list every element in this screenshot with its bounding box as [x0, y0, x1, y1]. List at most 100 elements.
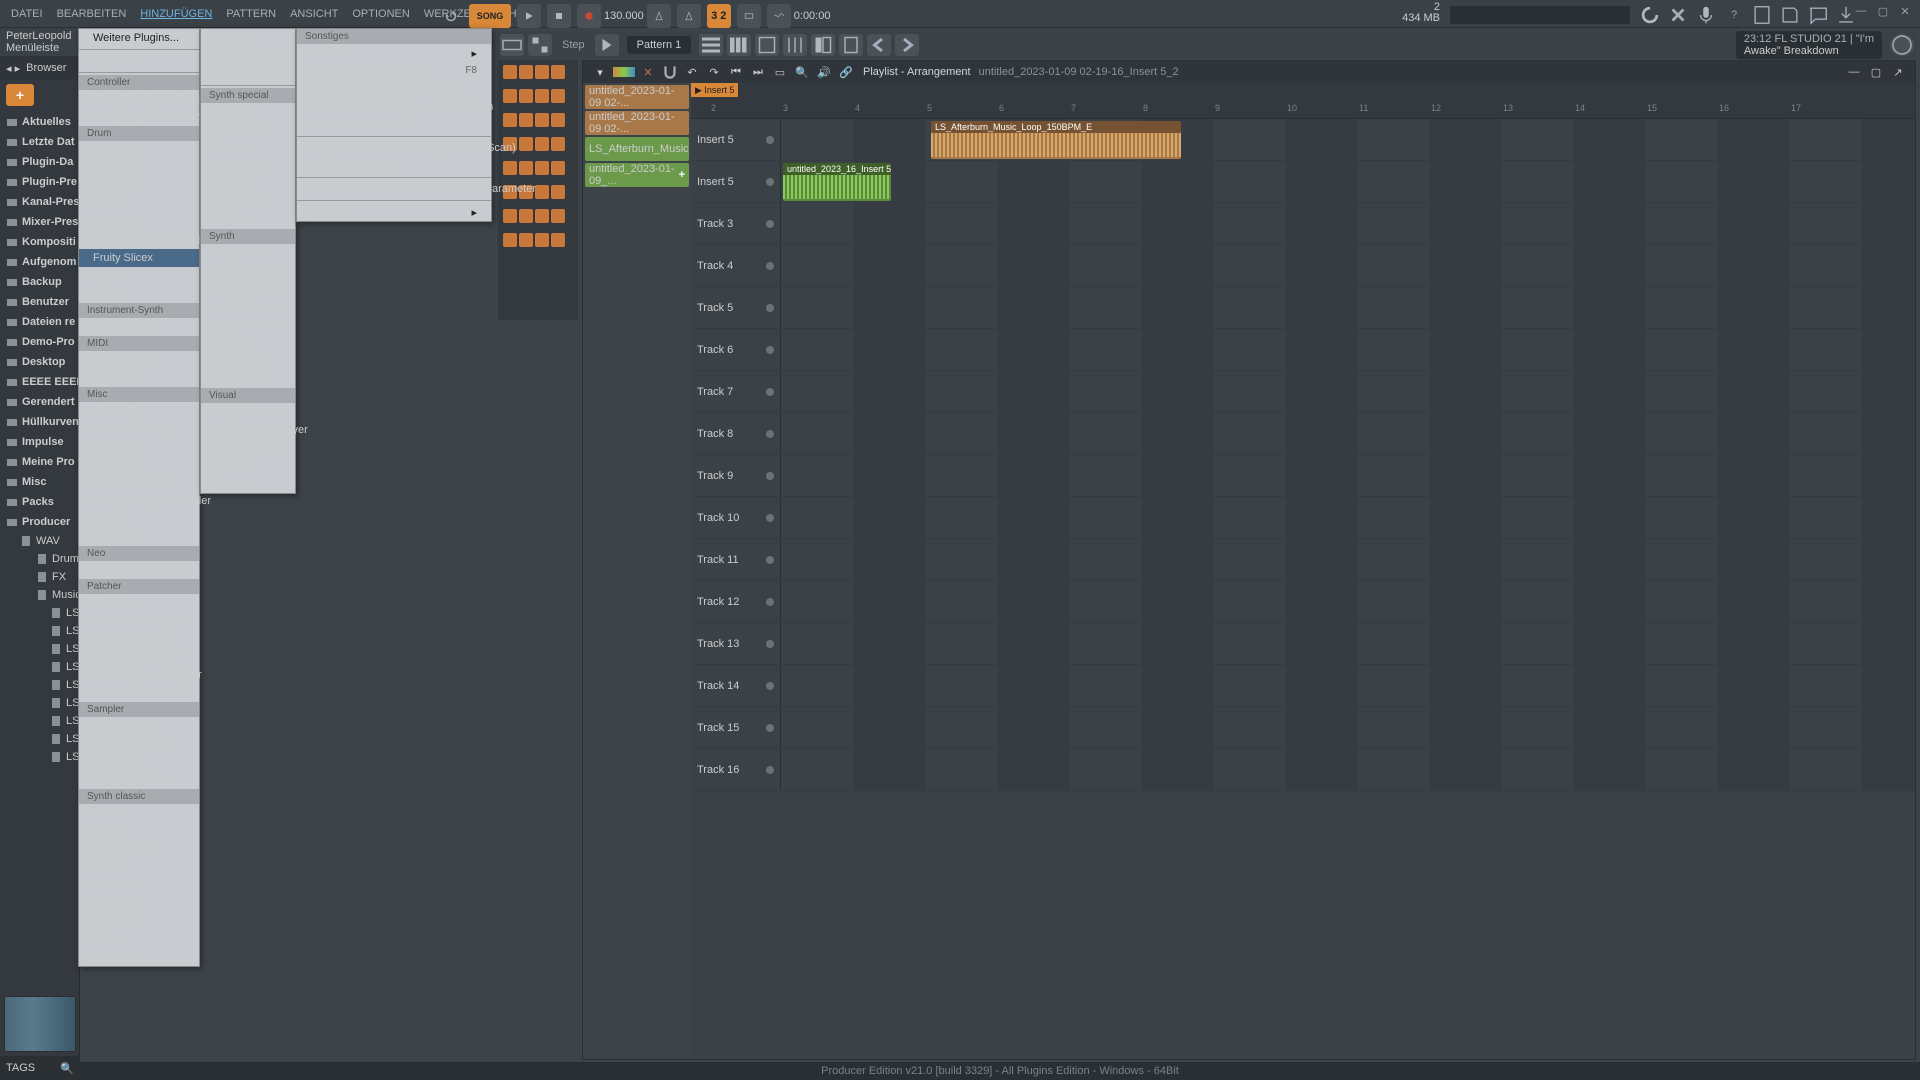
- channel-rack-icon[interactable]: [755, 34, 779, 56]
- time-display[interactable]: 0:00:00: [794, 10, 831, 22]
- tree-item[interactable]: Demo-Pro: [0, 332, 79, 352]
- track-header[interactable]: Insert 5: [691, 119, 781, 160]
- tree-item[interactable]: LS_: [0, 694, 79, 712]
- menu-item[interactable]: Fruity DrumSynth Live: [79, 231, 199, 249]
- stop-button[interactable]: [547, 4, 571, 28]
- tree-item[interactable]: LS_: [0, 712, 79, 730]
- tree-item[interactable]: Backup: [0, 272, 79, 292]
- tree-item[interactable]: LS_: [0, 604, 79, 622]
- add-button[interactable]: +: [6, 84, 34, 106]
- menu-item[interactable]: Fruity Granulizer: [79, 735, 199, 753]
- menu-item[interactable]: Ogun: [79, 267, 199, 285]
- menu-item[interactable]: VFX Level Scaler: [79, 684, 199, 702]
- track-row[interactable]: Track 7: [691, 371, 1915, 413]
- maximize-button[interactable]: ▢: [1874, 4, 1892, 18]
- pl-skip-fwd-icon[interactable]: ⏭: [749, 63, 767, 81]
- menu-item[interactable]: Plugin-Liste aktualisieren (schneller Sc…: [297, 139, 491, 157]
- menu-item[interactable]: Harmor: [201, 139, 295, 157]
- time-marker[interactable]: ▶ Insert 5: [691, 83, 738, 97]
- track-row[interactable]: Track 8: [691, 413, 1915, 455]
- pl-menu-icon[interactable]: ▾: [591, 63, 609, 81]
- tree-item[interactable]: Packs: [0, 492, 79, 512]
- menu-item[interactable]: ReWired: [79, 528, 199, 546]
- clip-picker-item[interactable]: LS_Afterburn_Music_...+: [585, 137, 689, 161]
- track-header[interactable]: Track 4: [691, 245, 781, 286]
- browser-nav-arrows[interactable]: ◂ ▸: [6, 62, 20, 75]
- menu-hinzufügen[interactable]: HINZUFÜGEN: [133, 8, 219, 20]
- menu-item[interactable]: Plucked!: [201, 193, 295, 211]
- menu-item[interactable]: Sampler: [79, 753, 199, 771]
- menu-item[interactable]: Fruity Voltage Controller: [79, 492, 199, 510]
- menu-item[interactable]: Fruity Slicex: [79, 249, 199, 267]
- record-button[interactable]: [577, 4, 601, 28]
- tree-item[interactable]: LS_: [0, 730, 79, 748]
- playlist-icon[interactable]: [699, 34, 723, 56]
- menu-bearbeiten[interactable]: BEARBEITEN: [50, 8, 134, 20]
- tree-item[interactable]: Impulse: [0, 432, 79, 452]
- menu-item[interactable]: Effekt: [297, 44, 491, 62]
- menu-item[interactable]: PoiZone: [79, 912, 199, 930]
- track-lane[interactable]: [781, 749, 1915, 790]
- tree-item[interactable]: FX: [0, 568, 79, 586]
- track-lane[interactable]: [781, 707, 1915, 748]
- track-row[interactable]: Track 6: [691, 329, 1915, 371]
- song-mode-button[interactable]: SONG: [469, 4, 511, 28]
- track-header[interactable]: Track 16: [691, 749, 781, 790]
- menu-item[interactable]: Plugin-Datenbank durchsuchen: [297, 80, 491, 98]
- save-icon[interactable]: [1779, 4, 1801, 26]
- menu-item[interactable]: Audio Clip: [79, 402, 199, 420]
- menu-item[interactable]: BassDrum: [79, 141, 199, 159]
- menu-item[interactable]: Baum: [201, 475, 295, 493]
- menu-item[interactable]: FL Studio Mobile: [79, 474, 199, 492]
- metronome-prev-icon[interactable]: [647, 4, 671, 28]
- tree-item[interactable]: Plugin-Pre: [0, 172, 79, 192]
- track-lane[interactable]: [781, 581, 1915, 622]
- menu-item[interactable]: DirectWave: [79, 717, 199, 735]
- menu-item[interactable]: Plugins verwalten: [297, 157, 491, 175]
- track-lane[interactable]: [781, 245, 1915, 286]
- track-lane[interactable]: [781, 287, 1915, 328]
- menu-item[interactable]: • Kategorien: [201, 439, 295, 457]
- pl-minimize-icon[interactable]: —: [1845, 63, 1863, 81]
- track-row[interactable]: Track 5: [691, 287, 1915, 329]
- tree-item[interactable]: Gerendert: [0, 392, 79, 412]
- menu-item[interactable]: Einfach: [201, 457, 295, 475]
- menu-item[interactable]: Slicex: [79, 285, 199, 303]
- menu-item[interactable]: Patcher: [79, 594, 199, 612]
- track-row[interactable]: Track 15: [691, 707, 1915, 749]
- track-header[interactable]: Track 10: [691, 497, 781, 538]
- menu-item[interactable]: Alle installierten Plugins durchsuchen: [297, 98, 491, 116]
- track-lane[interactable]: [781, 665, 1915, 706]
- pattern-selector[interactable]: Pattern 1: [627, 36, 692, 54]
- menu-item[interactable]: Analog Lab V: [79, 318, 199, 336]
- track-row[interactable]: Track 11: [691, 539, 1915, 581]
- pl-close-icon[interactable]: ✕: [639, 63, 657, 81]
- menu-item[interactable]: MIDI Out: [79, 369, 199, 387]
- step-mode-icon[interactable]: [528, 34, 552, 56]
- menu-item[interactable]: Drumpad: [79, 177, 199, 195]
- clip-picker-item[interactable]: untitled_2023-01-09 02-...: [585, 111, 689, 135]
- track-header[interactable]: Track 7: [691, 371, 781, 412]
- menu-item[interactable]: Plugin Picker anzeigenF8: [297, 62, 491, 80]
- tree-item[interactable]: Kanal-Pres: [0, 192, 79, 212]
- keyboard-icon[interactable]: [500, 34, 524, 56]
- tree-item[interactable]: Meine Pro: [0, 452, 79, 472]
- tree-item[interactable]: LS_: [0, 640, 79, 658]
- undo-toolbar-icon[interactable]: [867, 34, 891, 56]
- tree-item[interactable]: Drum: [0, 550, 79, 568]
- pl-colorbar-icon[interactable]: [613, 67, 635, 77]
- track-row[interactable]: Insert 5untitled_2023_16_Insert 5_2: [691, 161, 1915, 203]
- track-lane[interactable]: [781, 329, 1915, 370]
- scissors-icon[interactable]: [1667, 4, 1689, 26]
- menu-item[interactable]: Sprache: [79, 52, 199, 70]
- menu-item[interactable]: Sytrus: [201, 29, 295, 47]
- tree-item[interactable]: Benutzer: [0, 292, 79, 312]
- menu-item[interactable]: BooBass: [79, 438, 199, 456]
- menu-item[interactable]: Fruity DX10: [79, 840, 199, 858]
- track-row[interactable]: Track 10: [691, 497, 1915, 539]
- clip-picker-item[interactable]: untitled_2023-01-09_...+: [585, 163, 689, 187]
- menu-item[interactable]: Zebra2: [201, 334, 295, 352]
- menu-item[interactable]: Wave Traveller: [79, 771, 199, 789]
- track-lane[interactable]: [781, 455, 1915, 496]
- menu-item[interactable]: VFX Envelope: [79, 630, 199, 648]
